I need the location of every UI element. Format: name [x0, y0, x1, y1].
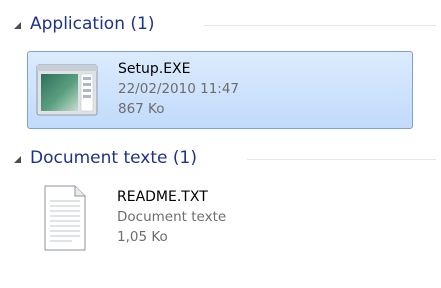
group-title: Application (1) — [30, 14, 155, 34]
file-details: Setup.EXE 22/02/2010 11:47 867 Ko — [118, 59, 239, 119]
file-name: README.TXT — [117, 189, 208, 205]
group-header-application[interactable]: Application (1) — [14, 12, 154, 36]
group-divider — [247, 159, 436, 160]
collapse-arrow-icon[interactable] — [14, 155, 21, 163]
group-header-document-texte[interactable]: Document texte (1) — [14, 146, 197, 170]
application-window-icon — [36, 64, 98, 116]
group-divider — [204, 25, 436, 26]
group-title: Document texte (1) — [30, 148, 197, 168]
file-size: 1,05 Ko — [117, 229, 168, 245]
collapse-arrow-icon[interactable] — [14, 21, 21, 29]
file-name: Setup.EXE — [118, 61, 191, 77]
file-size: 867 Ko — [118, 101, 165, 117]
file-item-readme[interactable]: README.TXT Document texte 1,05 Ko — [27, 180, 413, 258]
file-list-view: Application (1) Setup.EXE 22/02/2010 11:… — [0, 0, 441, 288]
file-item-setup[interactable]: Setup.EXE 22/02/2010 11:47 867 Ko — [27, 51, 413, 129]
file-modified-date: 22/02/2010 11:47 — [118, 81, 240, 97]
text-document-icon — [44, 185, 86, 251]
file-type: Document texte — [117, 209, 227, 225]
file-details: README.TXT Document texte 1,05 Ko — [117, 187, 226, 247]
